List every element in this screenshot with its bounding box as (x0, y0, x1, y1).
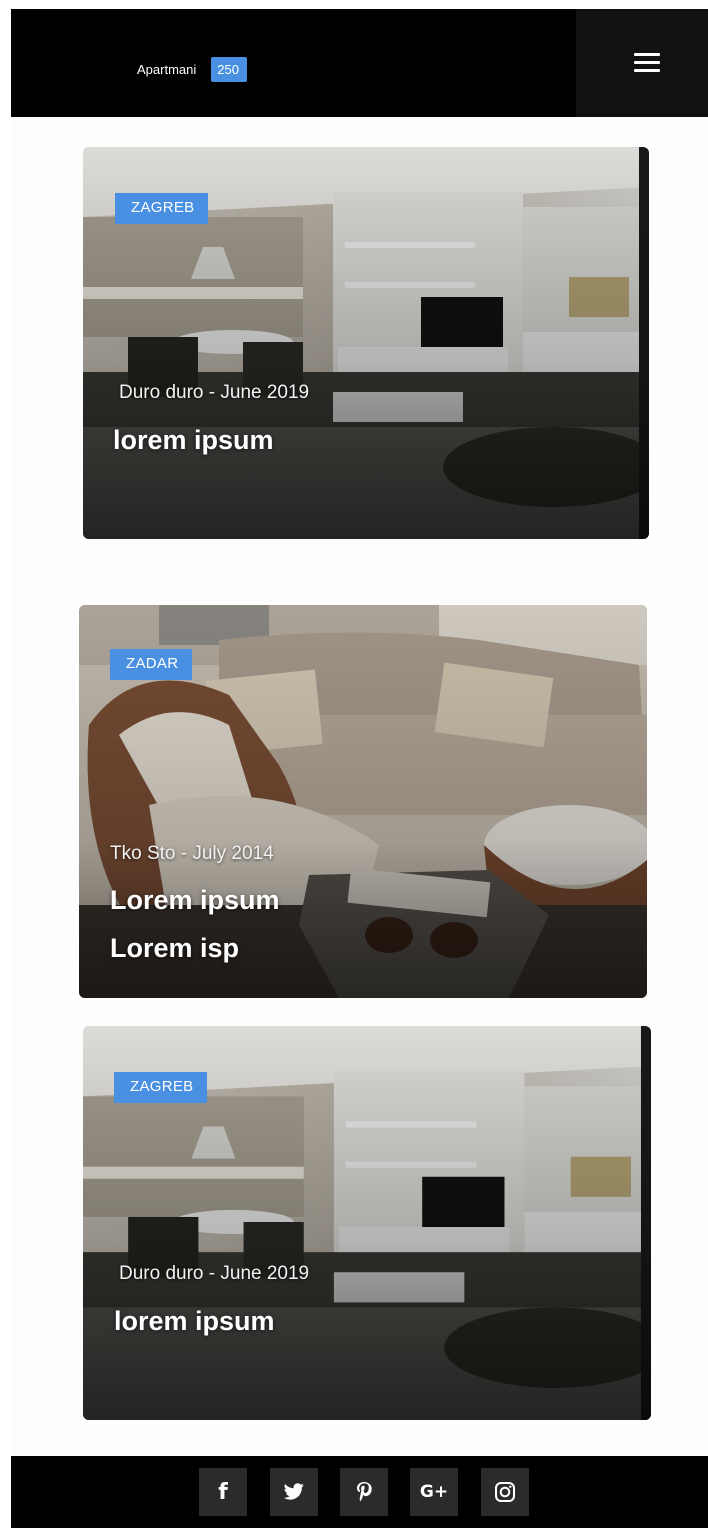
listing-title: lorem ipsum (113, 425, 274, 455)
listing-card[interactable]: ZAGREB Duro duro - June 2019 lorem ipsum (83, 1026, 651, 1420)
instagram-icon (495, 1482, 515, 1502)
google-plus-button[interactable]: G+ (410, 1468, 458, 1516)
city-badge: ZAGREB (115, 193, 209, 224)
listing-meta: Duro duro - June 2019 (119, 1263, 310, 1284)
twitter-button[interactable] (270, 1468, 318, 1516)
listing-meta: Duro duro - June 2019 (119, 382, 310, 403)
city-badge: ZAGREB (114, 1072, 208, 1103)
brand[interactable]: Apartmani 250 (137, 52, 247, 86)
footer: f G+ (11, 1456, 708, 1528)
hamburger-menu-button[interactable] (576, 9, 708, 117)
listing-card[interactable]: ZADAR Tko Sto - July 2014 Lorem ipsum Lo… (79, 605, 647, 998)
pinterest-button[interactable] (340, 1468, 388, 1516)
facebook-button[interactable]: f (199, 1468, 247, 1516)
instagram-button[interactable] (481, 1468, 529, 1516)
pinterest-icon (357, 1482, 372, 1502)
city-badge: ZADAR (110, 649, 193, 680)
facebook-icon: f (218, 1479, 228, 1505)
twitter-icon (283, 1483, 304, 1500)
listing-meta: Tko Sto - July 2014 (110, 843, 274, 864)
listing-title-line-2: Lorem isp (110, 933, 240, 963)
listing-title-line-1: Lorem ipsum (110, 885, 280, 915)
brand-label: Apartmani (137, 61, 197, 77)
top-bar: Apartmani 250 (11, 9, 708, 117)
listing-title: lorem ipsum (114, 1306, 275, 1336)
listing-count-badge: 250 (211, 56, 247, 82)
google-plus-icon: G+ (419, 1482, 449, 1502)
page: Apartmani 250 ZAGREB Duro duro - June 20… (0, 0, 708, 1528)
listing-card[interactable]: ZAGREB Duro duro - June 2019 lorem ipsum (83, 147, 649, 539)
